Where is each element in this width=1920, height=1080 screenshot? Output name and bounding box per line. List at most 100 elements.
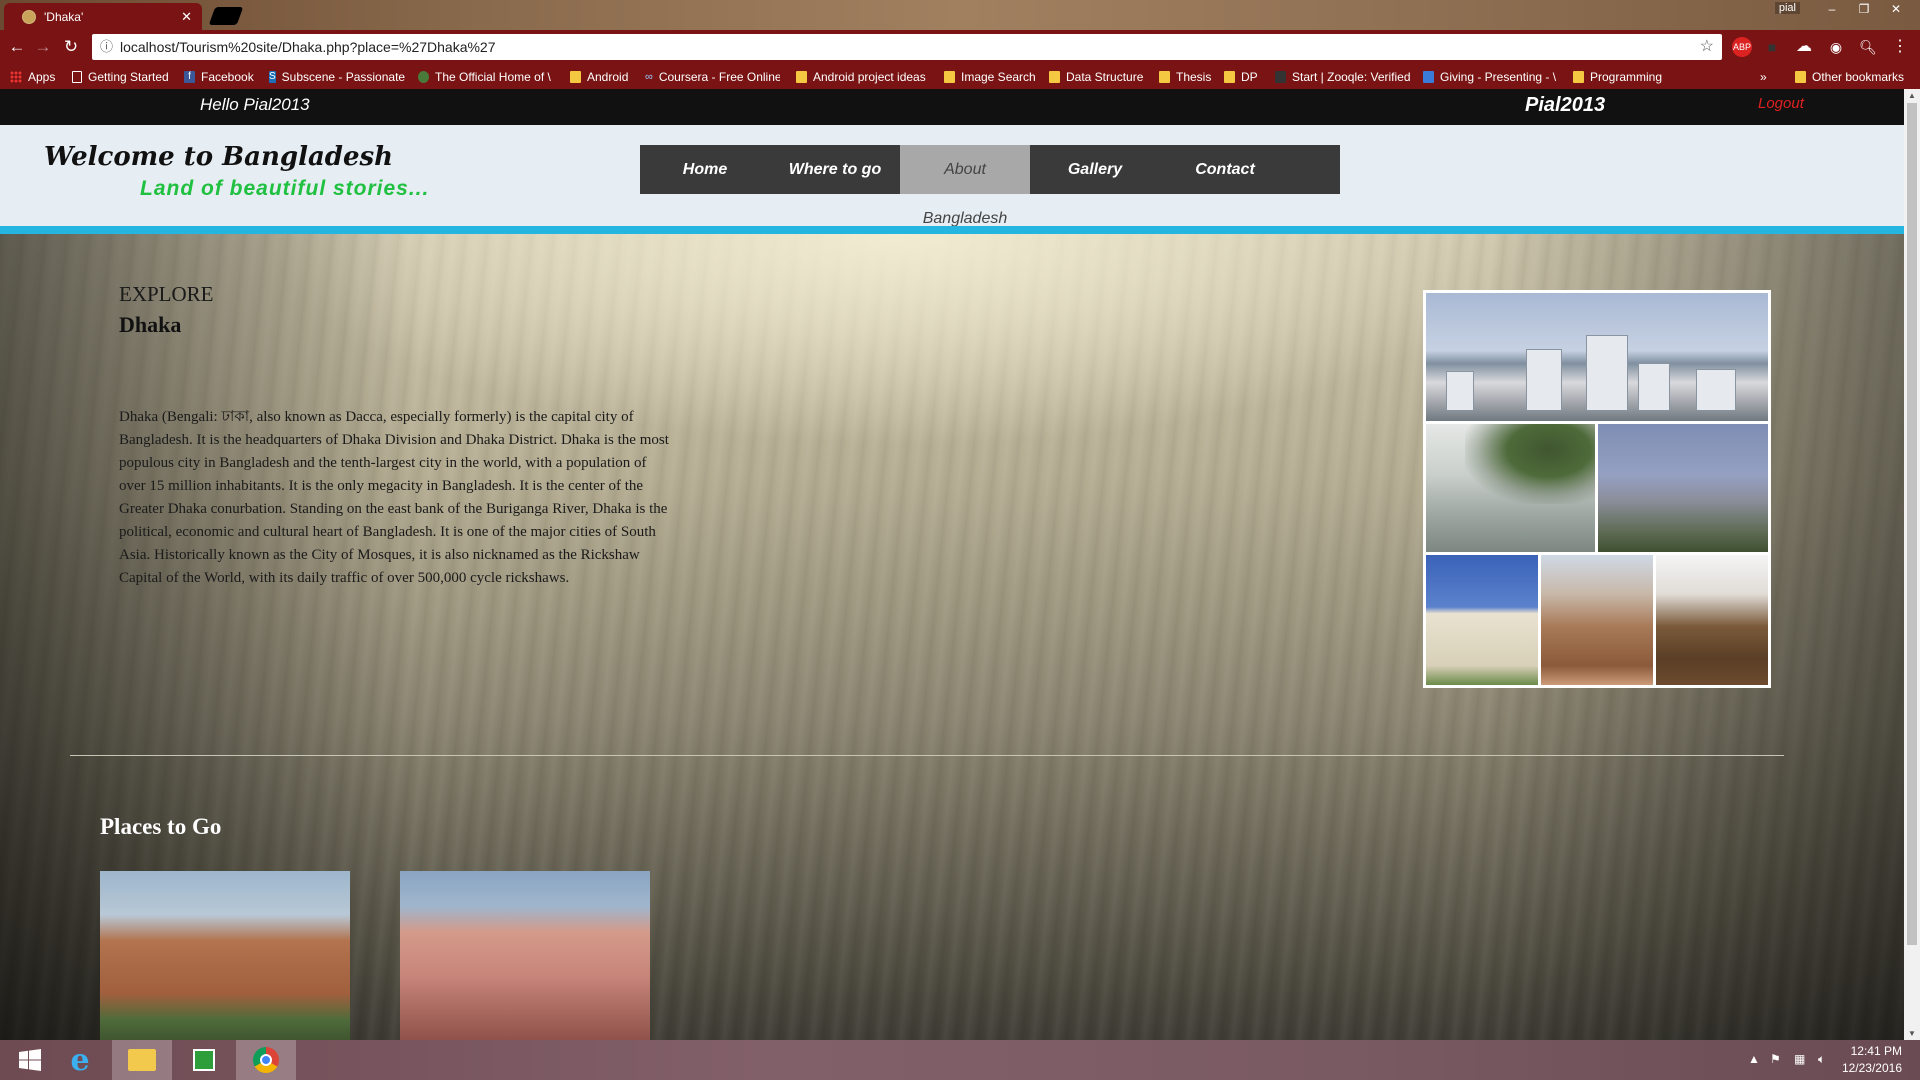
bookmark-other-bookmarks[interactable]: Other bookmarks	[1795, 68, 1904, 85]
bookmark-star-icon[interactable]: ☆	[1700, 34, 1714, 60]
windows-taskbar: e ▲ ⚑ ▦ 🔈︎ 12:41 PM 12/23/2016	[0, 1040, 1920, 1080]
reload-icon[interactable]: ↻	[60, 36, 82, 58]
folder-icon	[944, 70, 955, 83]
explore-label: EXPLORE	[119, 282, 214, 306]
bookmark-apps[interactable]: Apps	[10, 68, 55, 85]
bookmark-zooqle[interactable]: Start | Zooqle: Verified	[1275, 68, 1411, 85]
bookmark-android[interactable]: Android	[570, 68, 628, 85]
clock-time: 12:41 PM	[1850, 1044, 1902, 1058]
bookmark-image-search[interactable]: Image Search	[944, 68, 1036, 85]
adblock-icon[interactable]: ABP	[1732, 37, 1752, 57]
browser-toolbar: ← → ↻ ⓘ localhost/Tourism%20site/Dhaka.p…	[0, 30, 1920, 64]
bookmark-programming[interactable]: Programming	[1573, 68, 1662, 85]
apps-icon	[10, 70, 22, 83]
address-bar[interactable]: ⓘ localhost/Tourism%20site/Dhaka.php?pla…	[92, 34, 1722, 60]
site-topbar: Hello Pial2013 Pial2013 Logout	[0, 89, 1904, 125]
taskbar-ie[interactable]: e	[50, 1040, 110, 1080]
extension-2-icon[interactable]: ◉	[1826, 37, 1846, 57]
new-tab-button[interactable]	[208, 7, 244, 25]
forward-icon[interactable]: →	[32, 36, 54, 58]
place-card-ahsan-manzil[interactable]	[400, 871, 650, 1040]
skyline-photo	[1426, 293, 1768, 421]
tray-overflow-icon[interactable]: ▲	[1748, 1052, 1760, 1066]
bookmark-giving-presenting[interactable]: Giving - Presenting - \	[1423, 68, 1559, 85]
site-title: Welcome to Bangladesh	[44, 142, 394, 172]
restore-icon[interactable]: ❐	[1850, 0, 1878, 20]
tab-favicon-icon	[22, 9, 36, 24]
bookmark-data-structure[interactable]: Data Structure	[1049, 68, 1143, 85]
section-divider	[70, 755, 1784, 756]
bookmark-coursera[interactable]: ∞ Coursera - Free Online	[645, 68, 780, 85]
cloud-icon[interactable]: ☁	[1794, 37, 1814, 57]
close-window-icon[interactable]: ✕	[1882, 0, 1910, 20]
tray-flag-icon[interactable]: ⚑	[1770, 1052, 1781, 1066]
bookmark-official-home[interactable]: The Official Home of \	[418, 68, 558, 85]
chrome-icon	[253, 1047, 279, 1073]
page-scrollbar[interactable]: ▲ ▼	[1904, 89, 1920, 1040]
bookmark-dp[interactable]: DP	[1224, 68, 1258, 85]
nav-where-to-go[interactable]: Where to go	[770, 145, 900, 194]
back-icon[interactable]: ←	[6, 36, 28, 58]
giving-icon	[1423, 70, 1434, 83]
bookmark-thesis[interactable]: Thesis	[1159, 68, 1211, 85]
page-icon	[72, 70, 82, 83]
taskbar-clock[interactable]: 12:41 PM 12/23/2016	[1842, 1043, 1902, 1077]
nav-contact[interactable]: Contact	[1160, 145, 1290, 194]
logout-link[interactable]: Logout	[1758, 95, 1804, 112]
scroll-up-icon[interactable]: ▲	[1908, 91, 1916, 100]
bookmark-subscene[interactable]: S Subscene - Passionate	[269, 68, 405, 85]
folder-icon	[1573, 70, 1584, 83]
address-url[interactable]: localhost/Tourism%20site/Dhaka.php?place…	[120, 34, 496, 60]
site-header: Welcome to Bangladesh Land of beautiful …	[0, 125, 1904, 227]
bookmarks-overflow-icon[interactable]: »	[1760, 68, 1767, 85]
windows-logo-icon	[19, 1049, 41, 1071]
internet-explorer-icon: e	[70, 1042, 90, 1078]
browser-tab[interactable]: 'Dhaka' ✕	[4, 3, 202, 30]
folder-icon	[570, 70, 581, 83]
scrollbar-thumb[interactable]	[1907, 103, 1917, 945]
tab-close-icon[interactable]: ✕	[181, 9, 192, 25]
facebook-icon: f	[184, 70, 195, 83]
folder-icon	[128, 1049, 156, 1071]
tray-network-icon[interactable]: ▦	[1794, 1052, 1805, 1066]
bookmark-getting-started[interactable]: Getting Started	[72, 68, 169, 85]
city-photo-collage[interactable]	[1423, 290, 1771, 688]
mosque-photo	[1541, 555, 1653, 685]
coursera-icon: ∞	[645, 70, 653, 83]
site-tagline: Land of beautiful stories...	[140, 177, 430, 200]
tray-volume-icon[interactable]: 🔈︎	[1818, 1052, 1825, 1067]
clock-date: 12/23/2016	[1841, 1061, 1902, 1075]
store-icon	[193, 1049, 215, 1071]
taskbar-chrome[interactable]	[236, 1040, 296, 1080]
folder-icon	[1049, 70, 1060, 83]
folder-icon	[1159, 70, 1170, 83]
header-divider	[0, 226, 1904, 234]
place-card-lalbagh[interactable]	[100, 871, 350, 1040]
bookmark-android-project-ideas[interactable]: Android project ideas	[796, 68, 926, 85]
main-content: EXPLORE Dhaka Dhaka (Bengali: ঢাকা, also…	[0, 234, 1904, 1040]
bookmarks-bar: Apps Getting Started f Facebook S Subscene…	[0, 64, 1920, 89]
subscene-icon: S	[269, 70, 276, 83]
folder-icon	[1795, 70, 1806, 83]
browser-titlebar: 'Dhaka' ✕ pial – ❐ ✕	[0, 0, 1920, 30]
minimize-icon[interactable]: –	[1818, 0, 1846, 20]
bookmark-facebook[interactable]: f Facebook	[184, 68, 254, 85]
taskbar-store[interactable]	[174, 1040, 234, 1080]
info-icon[interactable]: ⓘ	[100, 34, 113, 60]
nav-gallery[interactable]: Gallery	[1030, 145, 1160, 194]
greeting-text: Hello Pial2013	[200, 95, 310, 114]
username-text: Pial2013	[1525, 94, 1606, 116]
scroll-down-icon[interactable]: ▼	[1908, 1029, 1916, 1038]
profile-user-badge[interactable]: pial	[1774, 2, 1800, 14]
city-description: Dhaka (Bengali: ঢাকা, also known as Dacc…	[119, 409, 669, 586]
extension-icon[interactable]: ■	[1762, 37, 1782, 57]
menu-icon[interactable]: ⋮	[1890, 37, 1910, 57]
city-title: Dhaka	[119, 312, 182, 337]
taskbar-file-explorer[interactable]	[112, 1040, 172, 1080]
lake-photo	[1426, 424, 1595, 552]
nav-home[interactable]: Home	[640, 145, 770, 194]
zooqle-icon	[1275, 70, 1286, 83]
nav-about-bangladesh[interactable]: About Bangladesh	[900, 145, 1030, 227]
places-heading: Places to Go	[100, 814, 222, 839]
zoom-icon[interactable]: 🔍︎	[1858, 37, 1878, 57]
